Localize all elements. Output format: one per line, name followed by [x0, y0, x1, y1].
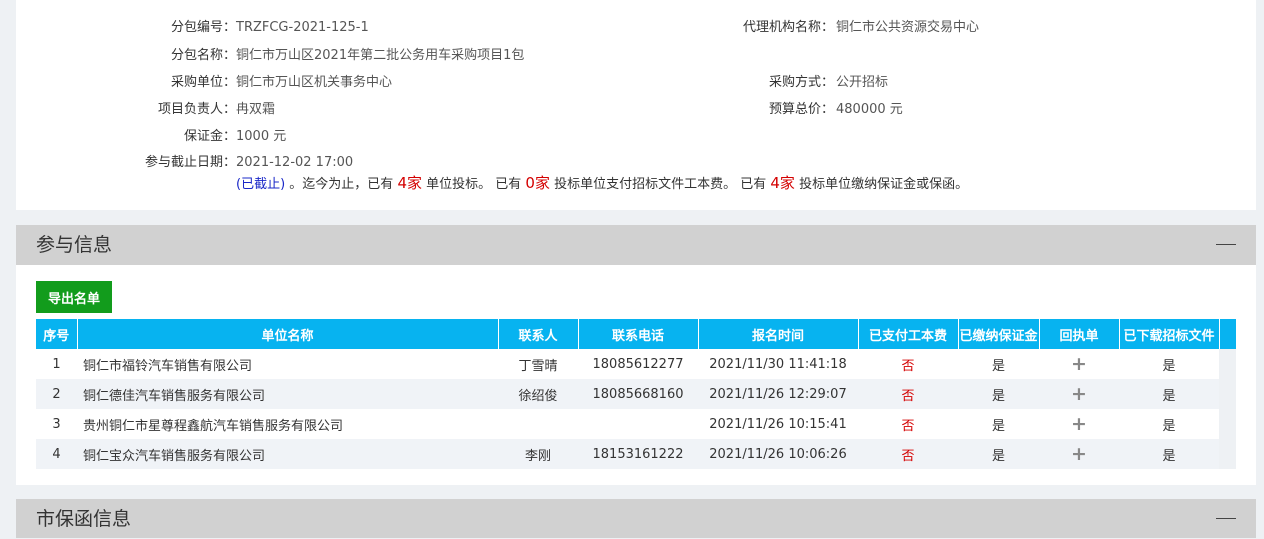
company-name: 铜仁德佳汽车销售服务有限公司 [77, 379, 498, 409]
column-header: 报名时间 [698, 319, 859, 349]
leader-label: 项目负责人： [157, 102, 236, 117]
table-header-row: 序号 单位名称 联系人 联系电话 报名时间 已支付工本费 已缴纳保证金 回执单 … [36, 319, 1237, 349]
contact-person: 丁雪晴 [498, 349, 578, 379]
company-name: 贵州铜仁市星尊程鑫航汽车销售服务有限公司 [77, 409, 498, 439]
deposit-row: 保证金： 1000 元 [16, 127, 636, 147]
contact-phone: 18085668160 [578, 379, 698, 409]
fee-paid-status: 否 [858, 349, 958, 379]
table-row: 4 铜仁宝众汽车销售服务有限公司 李刚 18153161222 2021/11/… [36, 439, 1236, 469]
budget-value: 480000 元 [836, 102, 903, 117]
purchaser-row: 采购单位： 铜仁市万山区机关事务中心 [16, 73, 636, 93]
guarantee-title: 市保函信息 [36, 508, 132, 530]
table-row: 1 铜仁市福铃汽车销售有限公司 丁雪晴 18085612277 2021/11/… [36, 349, 1236, 379]
package-name-value: 铜仁市万山区2021年第二批公务用车采购项目1包 [236, 48, 525, 63]
method-label: 采购方式： [768, 75, 834, 90]
budget-label: 预算总价： [768, 102, 834, 117]
deposit-status: 是 [958, 439, 1039, 469]
downloaded-status: 是 [1119, 409, 1219, 439]
column-header: 回执单 [1039, 319, 1120, 349]
register-time: 2021/11/26 10:06:26 [698, 439, 858, 469]
deposit-status: 是 [958, 409, 1039, 439]
contact-person: 李刚 [498, 439, 578, 469]
participation-title: 参与信息 [36, 234, 113, 256]
leader-value: 冉双霜 [236, 102, 276, 117]
contact-phone: 18153161222 [578, 439, 698, 469]
column-header: 已支付工本费 [858, 319, 959, 349]
minus-icon[interactable] [1216, 244, 1236, 245]
deadline-value: 2021-12-02 17:00 [236, 155, 354, 170]
package-info-panel: 分包编号： TRZFCG-2021-125-1 分包名称： 铜仁市万山区2021… [16, 0, 1256, 210]
column-header: 已缴纳保证金 [958, 319, 1040, 349]
deadline-label: 参与截止日期： [144, 155, 236, 170]
downloaded-status: 是 [1119, 379, 1219, 409]
column-header: 单位名称 [77, 319, 499, 349]
package-no-label: 分包编号： [170, 20, 236, 35]
fee-paid-status: 否 [858, 409, 958, 439]
bid-count: 4家 [397, 174, 422, 192]
row-index: 3 [36, 409, 77, 439]
package-name-label: 分包名称： [170, 48, 236, 63]
register-time: 2021/11/26 12:29:07 [698, 379, 858, 409]
register-time: 2021/11/26 10:15:41 [698, 409, 858, 439]
plus-icon[interactable]: + [1039, 379, 1119, 409]
package-no-row: 分包编号： TRZFCG-2021-125-1 [16, 18, 636, 38]
row-index: 4 [36, 439, 77, 469]
package-name-row: 分包名称： 铜仁市万山区2021年第二批公务用车采购项目1包 [16, 46, 636, 66]
plus-icon[interactable]: + [1039, 439, 1119, 469]
method-row: 采购方式： 公开招标 [704, 73, 1204, 93]
deposit-value: 1000 元 [236, 129, 287, 144]
package-no-value: TRZFCG-2021-125-1 [236, 20, 369, 35]
plus-icon[interactable]: + [1039, 409, 1119, 439]
downloaded-status: 是 [1119, 439, 1219, 469]
purchaser-value: 铜仁市万山区机关事务中心 [236, 75, 393, 90]
fee-paid-status: 否 [858, 439, 958, 469]
deposit-status: 是 [958, 349, 1039, 379]
column-header: 序号 [36, 319, 78, 349]
bid-summary: (已截止) 。迄今为止，已有 4家 单位投标。 已有 0家 投标单位支付招标文件… [236, 173, 1236, 193]
contact-phone [578, 409, 698, 439]
table-row: 3 贵州铜仁市星尊程鑫航汽车销售服务有限公司 2021/11/26 10:15:… [36, 409, 1236, 439]
participation-body: 导出名单 序号 单位名称 联系人 联系电话 报名时间 已支付工本费 已缴纳保证金… [16, 265, 1256, 485]
scrollbar-spacer [1219, 319, 1237, 349]
summary-text-4: 投标单位缴纳保证金或保函。 [799, 177, 969, 192]
company-name: 铜仁市福铃汽车销售有限公司 [77, 349, 498, 379]
row-index: 2 [36, 379, 77, 409]
method-value: 公开招标 [836, 75, 889, 90]
row-index: 1 [36, 349, 77, 379]
contact-person: 徐绍俊 [498, 379, 578, 409]
deadline-row: 参与截止日期： 2021-12-02 17:00 [16, 153, 1216, 173]
participant-table: 序号 单位名称 联系人 联系电话 报名时间 已支付工本费 已缴纳保证金 回执单 … [36, 319, 1237, 469]
guarantee-header[interactable]: 市保函信息 [16, 499, 1256, 538]
column-header: 已下载招标文件 [1119, 319, 1220, 349]
closed-tag: (已截止) [236, 177, 286, 192]
deposit-count: 4家 [770, 174, 795, 192]
summary-text-2: 单位投标。 已有 [426, 177, 522, 192]
register-time: 2021/11/30 11:41:18 [698, 349, 858, 379]
agency-value: 铜仁市公共资源交易中心 [836, 20, 980, 35]
downloaded-status: 是 [1119, 349, 1219, 379]
table-row: 2 铜仁德佳汽车销售服务有限公司 徐绍俊 18085668160 2021/11… [36, 379, 1236, 409]
summary-text-1: 。迄今为止，已有 [289, 177, 394, 192]
export-list-button[interactable]: 导出名单 [36, 281, 112, 313]
contact-phone: 18085612277 [578, 349, 698, 379]
leader-row: 项目负责人： 冉双霜 [16, 100, 636, 120]
purchaser-label: 采购单位： [170, 75, 236, 90]
company-name: 铜仁宝众汽车销售服务有限公司 [77, 439, 498, 469]
budget-row: 预算总价： 480000 元 [704, 100, 1204, 120]
paid-count: 0家 [525, 174, 550, 192]
deposit-status: 是 [958, 379, 1039, 409]
deposit-label: 保证金： [183, 129, 236, 144]
participation-header[interactable]: 参与信息 [16, 225, 1256, 265]
contact-person [498, 409, 578, 439]
agency-label: 代理机构名称： [742, 20, 834, 35]
summary-text-3: 投标单位支付招标文件工本费。 已有 [554, 177, 767, 192]
column-header: 联系人 [498, 319, 579, 349]
plus-icon[interactable]: + [1039, 349, 1119, 379]
agency-row: 代理机构名称： 铜仁市公共资源交易中心 [704, 18, 1204, 38]
minus-icon[interactable] [1216, 518, 1236, 519]
fee-paid-status: 否 [858, 379, 958, 409]
column-header: 联系电话 [578, 319, 699, 349]
